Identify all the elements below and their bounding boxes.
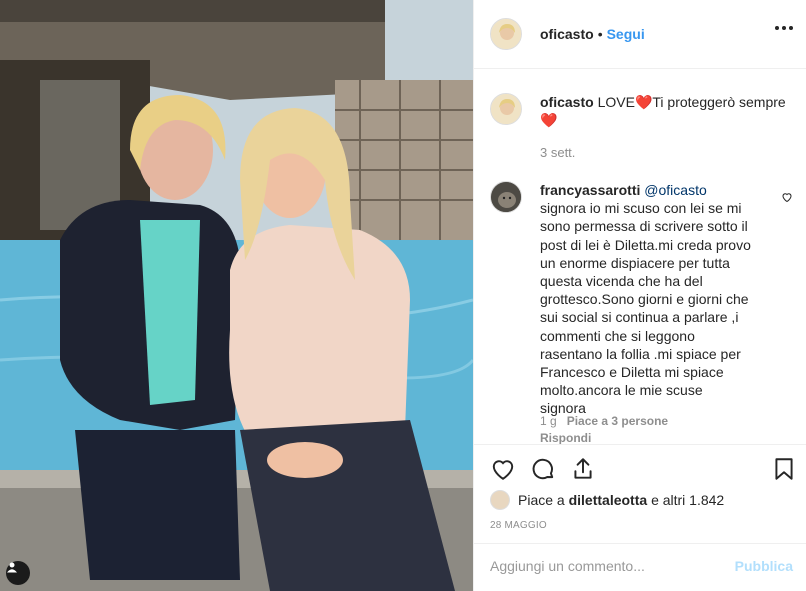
- commenter-avatar[interactable]: [490, 181, 522, 213]
- likes-prefix: Piace a: [518, 492, 565, 508]
- heart-emoji-icon: ❤️: [540, 112, 558, 128]
- likes-summary: Piace a dilettaleotta e altri 1.842: [490, 490, 724, 510]
- post-actions-bar: [474, 444, 806, 492]
- commenter-username[interactable]: francyassarotti: [540, 182, 640, 198]
- bookmark-icon[interactable]: [771, 456, 797, 482]
- liker-username[interactable]: dilettaleotta: [569, 492, 648, 508]
- follow-button[interactable]: Segui: [607, 26, 645, 42]
- caption-timestamp[interactable]: 3 sett.: [540, 145, 575, 160]
- caption-username[interactable]: oficasto: [540, 94, 594, 110]
- comment-item: francyassarotti @oficasto signora io mi …: [490, 181, 800, 418]
- post-caption: oficasto LOVE❤️Ti proteggerò sempre❤️: [490, 93, 790, 129]
- comment-likes-count[interactable]: Piace a 3 persone: [567, 414, 668, 428]
- comment-bubble-icon[interactable]: [530, 456, 556, 482]
- comment-body: signora io mi scuso con lei se mi sono p…: [540, 200, 751, 417]
- caption-love-text: LOVE: [597, 94, 635, 110]
- caption-avatar[interactable]: [490, 93, 522, 125]
- share-upload-icon[interactable]: [570, 456, 596, 482]
- comment-input[interactable]: Aggiungi un commento...: [490, 558, 720, 574]
- post-photo[interactable]: [0, 0, 473, 591]
- comment-composer: Aggiungi un commento... Pubblica: [474, 543, 806, 591]
- like-heart-icon[interactable]: [490, 456, 516, 482]
- liker-avatar[interactable]: [490, 490, 510, 510]
- author-username[interactable]: oficasto: [540, 26, 594, 42]
- comment-like-icon[interactable]: [781, 190, 793, 208]
- author-avatar[interactable]: [490, 18, 522, 50]
- post-side-panel: oficasto • Segui oficasto LOVE❤️Ti prote…: [473, 0, 806, 591]
- comment-text: francyassarotti @oficasto signora io mi …: [540, 181, 752, 418]
- post-date[interactable]: 28 MAGGIO: [490, 520, 547, 531]
- separator-dot: •: [597, 26, 603, 42]
- photo-illustration: [0, 0, 473, 591]
- post-header: oficasto • Segui: [474, 0, 806, 69]
- publish-button[interactable]: Pubblica: [735, 558, 793, 574]
- caption-body-text: Ti proteggerò sempre: [652, 94, 786, 110]
- caption-text: oficasto LOVE❤️Ti proteggerò sempre❤️: [540, 93, 790, 129]
- reply-button[interactable]: Rispondi: [540, 431, 591, 444]
- comments-section: oficasto LOVE❤️Ti proteggerò sempre❤️ 3 …: [474, 69, 806, 444]
- comment-meta: 1 g Piace a 3 persone: [540, 414, 668, 428]
- comment-mention-link[interactable]: @oficasto: [644, 182, 706, 198]
- heart-emoji-icon: ❤️: [634, 94, 653, 110]
- user-tags-icon[interactable]: [6, 561, 30, 585]
- likes-others-count[interactable]: e altri 1.842: [651, 492, 724, 508]
- comment-timestamp[interactable]: 1 g: [540, 414, 557, 428]
- more-horizontal-icon[interactable]: [775, 26, 793, 30]
